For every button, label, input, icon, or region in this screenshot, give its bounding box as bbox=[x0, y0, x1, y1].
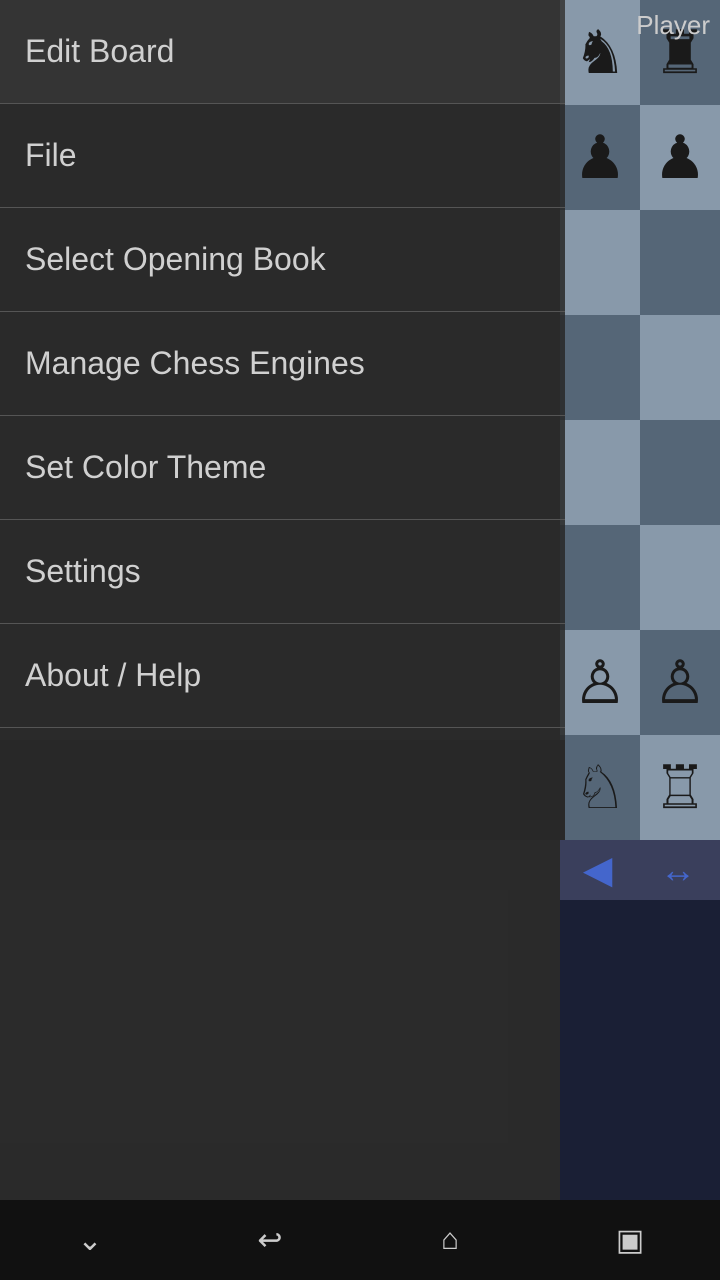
chess-cell-empty-1 bbox=[560, 210, 640, 315]
chess-piece-knight-black: ♞ bbox=[560, 0, 640, 105]
menu-item-settings[interactable]: Settings bbox=[0, 520, 565, 624]
chess-piece-pawn-black-1: ♟ bbox=[560, 105, 640, 210]
nav-arrow-left[interactable]: ◀ bbox=[584, 849, 612, 891]
empty-area bbox=[0, 740, 565, 1200]
menu-item-about-help-label: About / Help bbox=[25, 657, 201, 694]
menu-item-file-label: File bbox=[25, 137, 77, 174]
menu-item-edit-board[interactable]: Edit Board bbox=[0, 0, 565, 104]
menu-item-set-color-theme[interactable]: Set Color Theme bbox=[0, 416, 565, 520]
menu-list: Edit Board File Select Opening Book Mana… bbox=[0, 0, 565, 728]
chess-cell-empty-3 bbox=[560, 315, 640, 420]
menu-item-select-opening-book[interactable]: Select Opening Book bbox=[0, 208, 565, 312]
chess-piece-knight-white: ♘ bbox=[560, 735, 640, 840]
bottom-navigation-bar: ⌄ ↩ ⌂ ▣ bbox=[0, 1200, 720, 1280]
chess-cell-empty-2 bbox=[640, 210, 720, 315]
menu-item-edit-board-label: Edit Board bbox=[25, 33, 174, 70]
nav-arrows-panel: ◀ ↔ bbox=[560, 840, 720, 900]
chess-cell-empty-8 bbox=[640, 525, 720, 630]
chess-piece-pawn-black-2: ♟ bbox=[640, 105, 720, 210]
chess-cell-empty-5 bbox=[560, 420, 640, 525]
bottom-nav-home-button[interactable]: ⌂ bbox=[420, 1210, 480, 1270]
player-label: Player bbox=[636, 10, 710, 41]
chess-cell-empty-7 bbox=[560, 525, 640, 630]
menu-item-manage-chess-engines[interactable]: Manage Chess Engines bbox=[0, 312, 565, 416]
menu-item-set-color-theme-label: Set Color Theme bbox=[25, 449, 266, 486]
menu-item-file[interactable]: File bbox=[0, 104, 565, 208]
chess-piece-pawn-white-1: ♙ bbox=[560, 630, 640, 735]
bottom-nav-dropdown-button[interactable]: ⌄ bbox=[60, 1210, 120, 1270]
menu-item-settings-label: Settings bbox=[25, 553, 141, 590]
chess-board-background: ♞ ♜ ♟ ♟ ♙ ♙ ♘ ♖ bbox=[560, 0, 720, 840]
chess-piece-pawn-white-2: ♙ bbox=[640, 630, 720, 735]
chess-cell-empty-6 bbox=[640, 420, 720, 525]
menu-item-select-opening-book-label: Select Opening Book bbox=[25, 241, 326, 278]
chess-cell-empty-4 bbox=[640, 315, 720, 420]
chess-piece-rook-white: ♖ bbox=[640, 735, 720, 840]
menu-item-about-help[interactable]: About / Help bbox=[0, 624, 565, 728]
menu-item-manage-chess-engines-label: Manage Chess Engines bbox=[25, 345, 365, 382]
bottom-nav-recents-button[interactable]: ▣ bbox=[600, 1210, 660, 1270]
nav-arrow-right[interactable]: ↔ bbox=[660, 849, 696, 891]
bottom-nav-back-button[interactable]: ↩ bbox=[240, 1210, 300, 1270]
